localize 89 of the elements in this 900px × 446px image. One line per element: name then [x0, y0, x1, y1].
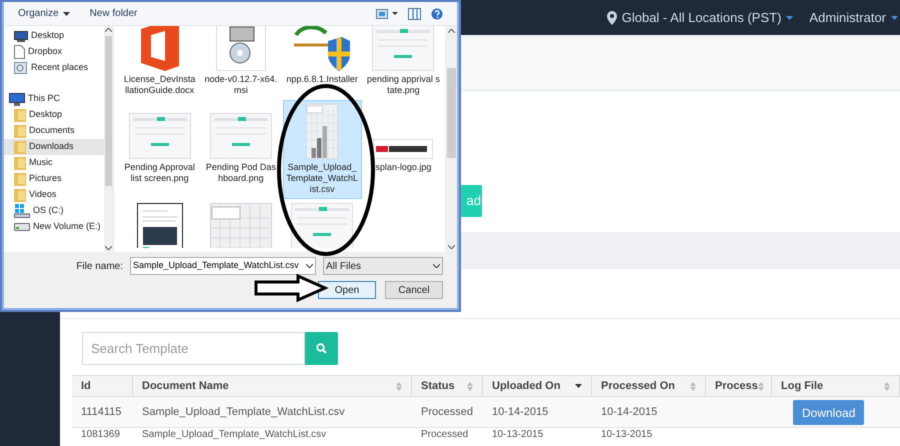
file-icon — [14, 45, 25, 59]
table-cell: Processed — [421, 406, 473, 418]
table-cell: 10-14-2015 — [492, 406, 548, 418]
scrollbar-thumb[interactable] — [446, 68, 456, 158]
nav-item[interactable]: Pictures — [4, 171, 104, 187]
sort-icon — [467, 382, 473, 390]
table-cell: 1114115 — [81, 406, 122, 418]
file-name-field[interactable]: Sample_Upload_Template_WatchList.csv — [130, 257, 316, 275]
caret-icon — [786, 16, 794, 20]
folder-icon — [14, 108, 26, 122]
toolbar-button[interactable]: New folder — [90, 6, 138, 21]
column-header[interactable]: Status — [412, 376, 483, 396]
file-item[interactable]: npp.6.8.1.Installer — [282, 26, 362, 100]
file-item[interactable]: splan-logo.jpg — [364, 100, 443, 199]
file-item[interactable]: Pending Pod Dashboard.png — [201, 100, 280, 199]
scroll-up-icon[interactable] — [105, 28, 112, 32]
shield-installer-icon — [292, 26, 352, 71]
external-drive-icon — [14, 223, 30, 231]
table-cell: Sample_Upload_Template_WatchList.csv — [142, 406, 345, 418]
nav-item[interactable]: Dropbox — [4, 44, 104, 60]
scrollbar-thumb[interactable] — [105, 36, 112, 186]
file-item[interactable]: node-v0.12.7-x64.msi — [201, 26, 280, 100]
folder-icon — [14, 188, 26, 202]
column-header[interactable]: Process — [706, 376, 772, 396]
nav-item[interactable]: This PC — [4, 91, 104, 107]
column-header[interactable]: Log File — [772, 376, 900, 396]
nav-item[interactable]: New Volume (E:) — [4, 219, 104, 235]
drive-icon — [14, 204, 30, 218]
sort-icon — [690, 382, 696, 390]
screenshot-thumbnail — [291, 203, 354, 248]
column-header[interactable]: Document Name — [133, 376, 412, 396]
nav-item[interactable]: Downloads — [4, 139, 104, 155]
recent-places-icon — [14, 62, 28, 74]
search-icon — [316, 343, 327, 354]
toolbar-button[interactable]: Organize — [18, 6, 70, 21]
scroll-down-icon[interactable] — [105, 246, 112, 250]
document-thumbnail — [136, 203, 183, 248]
chevron-icon — [433, 264, 440, 268]
monitor-icon — [14, 30, 28, 42]
cancel-button[interactable]: Cancel — [385, 281, 443, 299]
location-menu[interactable]: Global - All Locations (PST) — [606, 8, 794, 28]
file-item[interactable]: License_DevInstallationGuide.docx — [120, 26, 200, 100]
map-pin-icon — [606, 10, 617, 24]
file-type-dropdown[interactable]: All Files — [323, 257, 443, 275]
help-icon[interactable] — [431, 8, 443, 20]
search-field[interactable]: Search Template — [82, 332, 305, 365]
nav-item[interactable]: Recent places — [4, 60, 104, 76]
logo-thumbnail — [373, 139, 434, 159]
scroll-up-icon[interactable] — [448, 29, 454, 33]
file-item[interactable]: Sample_Upload_Template_WatchList.csv — [282, 100, 362, 199]
table-cell: Sample_Upload_Template_WatchList.csv — [142, 429, 326, 440]
nav-item[interactable]: Videos — [4, 187, 104, 203]
sort-icon — [396, 382, 402, 390]
screenshot-thumbnail — [210, 113, 272, 159]
scroll-down-icon[interactable] — [448, 245, 454, 249]
nav-item[interactable]: Music — [4, 155, 104, 171]
view-icon[interactable] — [376, 8, 398, 18]
column-header[interactable]: Processed On — [592, 376, 706, 396]
sort-descending-icon — [575, 384, 582, 388]
spreadsheet-chart-thumbnail — [306, 104, 338, 159]
table-cell: 1081369 — [81, 429, 120, 440]
nav-item[interactable]: OS (C:) — [4, 203, 104, 219]
screenshot-thumbnail — [128, 113, 191, 159]
folder-icon — [14, 124, 26, 138]
sort-icon — [884, 382, 890, 390]
file-item[interactable]: pending apprival state.png — [364, 26, 443, 100]
nav-item[interactable]: Documents — [4, 123, 104, 139]
field-label: File name: — [76, 260, 123, 274]
caret-icon — [62, 12, 70, 16]
caret-icon — [891, 16, 898, 20]
nav-item[interactable]: Desktop — [4, 107, 104, 123]
folder-icon — [14, 140, 26, 154]
open-button[interactable]: Open — [318, 281, 376, 299]
table-cell: Processed — [421, 429, 468, 440]
table-cell: 10-13-2015 — [492, 429, 544, 440]
folder-icon — [14, 172, 26, 186]
grid-thumbnail — [210, 203, 272, 248]
table-cell: 10-14-2015 — [601, 406, 658, 418]
chevron-icon — [306, 264, 313, 268]
table-cell: 10-13-2015 — [601, 429, 652, 440]
folder-icon — [14, 156, 26, 170]
preview-pane-icon[interactable] — [408, 8, 421, 20]
sort-icon — [758, 382, 764, 390]
user-menu[interactable]: Administrator — [809, 8, 898, 28]
column-header[interactable]: Id — [72, 376, 133, 396]
file-item[interactable]: Pending Approval list screen.png — [120, 100, 200, 199]
nav-item[interactable]: Desktop — [4, 28, 104, 44]
computer-icon — [9, 92, 25, 106]
column-header[interactable]: Uploaded On — [483, 376, 592, 396]
